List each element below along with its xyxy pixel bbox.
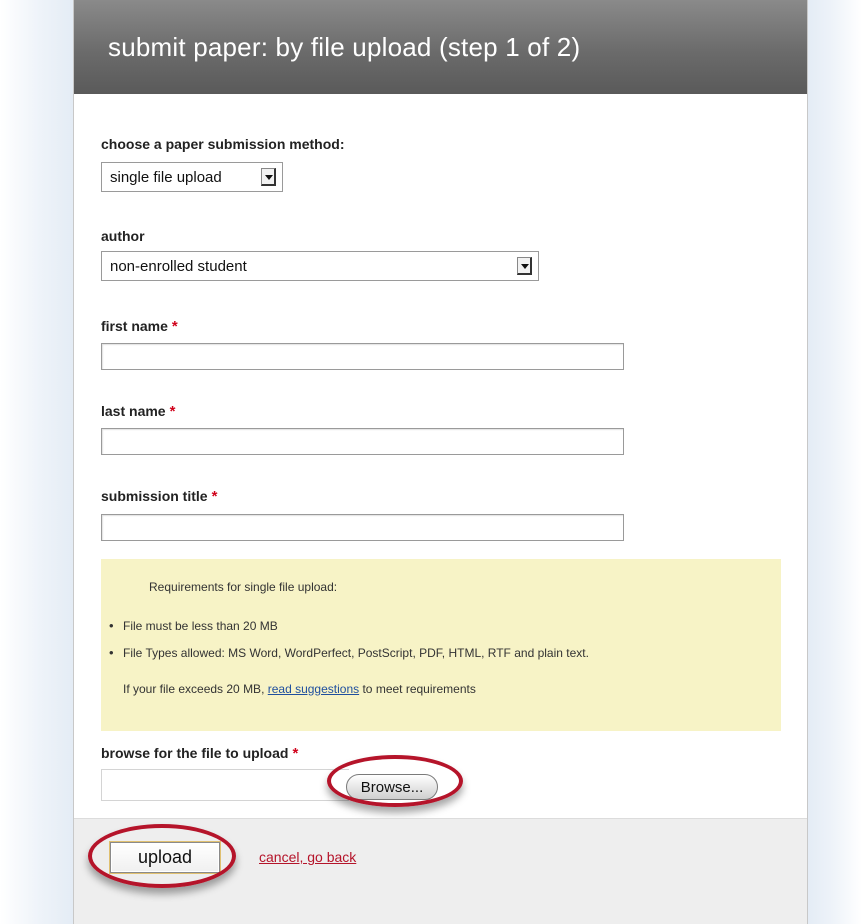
- cancel-go-back-link[interactable]: cancel, go back: [259, 849, 356, 865]
- requirements-list: File must be less than 20 MB File Types …: [109, 618, 589, 673]
- required-marker: *: [169, 403, 176, 420]
- author-label: author: [101, 228, 145, 244]
- submit-paper-panel: submit paper: by file upload (step 1 of …: [73, 0, 808, 924]
- browse-button[interactable]: Browse...: [346, 774, 438, 800]
- file-path-field[interactable]: [101, 769, 349, 801]
- submission-title-label-text: submission title: [101, 488, 208, 504]
- chevron-down-icon: [517, 257, 532, 275]
- page-header: submit paper: by file upload (step 1 of …: [74, 0, 807, 94]
- requirements-note: If your file exceeds 20 MB, read suggest…: [123, 682, 476, 696]
- submission-title-field[interactable]: [101, 514, 624, 541]
- required-marker: *: [171, 318, 178, 335]
- last-name-field[interactable]: [101, 428, 624, 455]
- last-name-label: last name *: [101, 403, 175, 420]
- method-select[interactable]: single file upload: [101, 162, 283, 192]
- method-label-text: choose a paper submission method:: [101, 136, 345, 152]
- page-background-right: [808, 0, 862, 924]
- first-name-label: first name *: [101, 318, 178, 335]
- note-prefix: If your file exceeds 20 MB,: [123, 682, 268, 696]
- requirement-item: File must be less than 20 MB: [109, 618, 589, 633]
- page-title: submit paper: by file upload (step 1 of …: [108, 31, 581, 62]
- browse-label-text: browse for the file to upload: [101, 745, 289, 761]
- author-label-text: author: [101, 228, 145, 244]
- method-label: choose a paper submission method:: [101, 136, 345, 152]
- page-background-left: [0, 0, 73, 924]
- requirements-intro: Requirements for single file upload:: [149, 580, 338, 594]
- requirement-item: File Types allowed: MS Word, WordPerfect…: [109, 645, 589, 660]
- note-suffix: to meet requirements: [359, 682, 476, 696]
- first-name-field[interactable]: [101, 343, 624, 370]
- chevron-down-icon: [261, 168, 276, 186]
- upload-button[interactable]: upload: [110, 842, 220, 873]
- form-footer: upload cancel, go back: [74, 818, 807, 924]
- read-suggestions-link[interactable]: read suggestions: [268, 682, 359, 696]
- submission-title-label: submission title *: [101, 488, 217, 505]
- required-marker: *: [211, 488, 218, 505]
- requirements-box: Requirements for single file upload: Fil…: [101, 559, 781, 731]
- method-select-value: single file upload: [110, 168, 222, 186]
- author-select-value: non-enrolled student: [110, 257, 247, 275]
- required-marker: *: [292, 745, 299, 762]
- author-select[interactable]: non-enrolled student: [101, 251, 539, 281]
- last-name-label-text: last name: [101, 403, 166, 419]
- first-name-label-text: first name: [101, 318, 168, 334]
- browse-label: browse for the file to upload *: [101, 745, 298, 762]
